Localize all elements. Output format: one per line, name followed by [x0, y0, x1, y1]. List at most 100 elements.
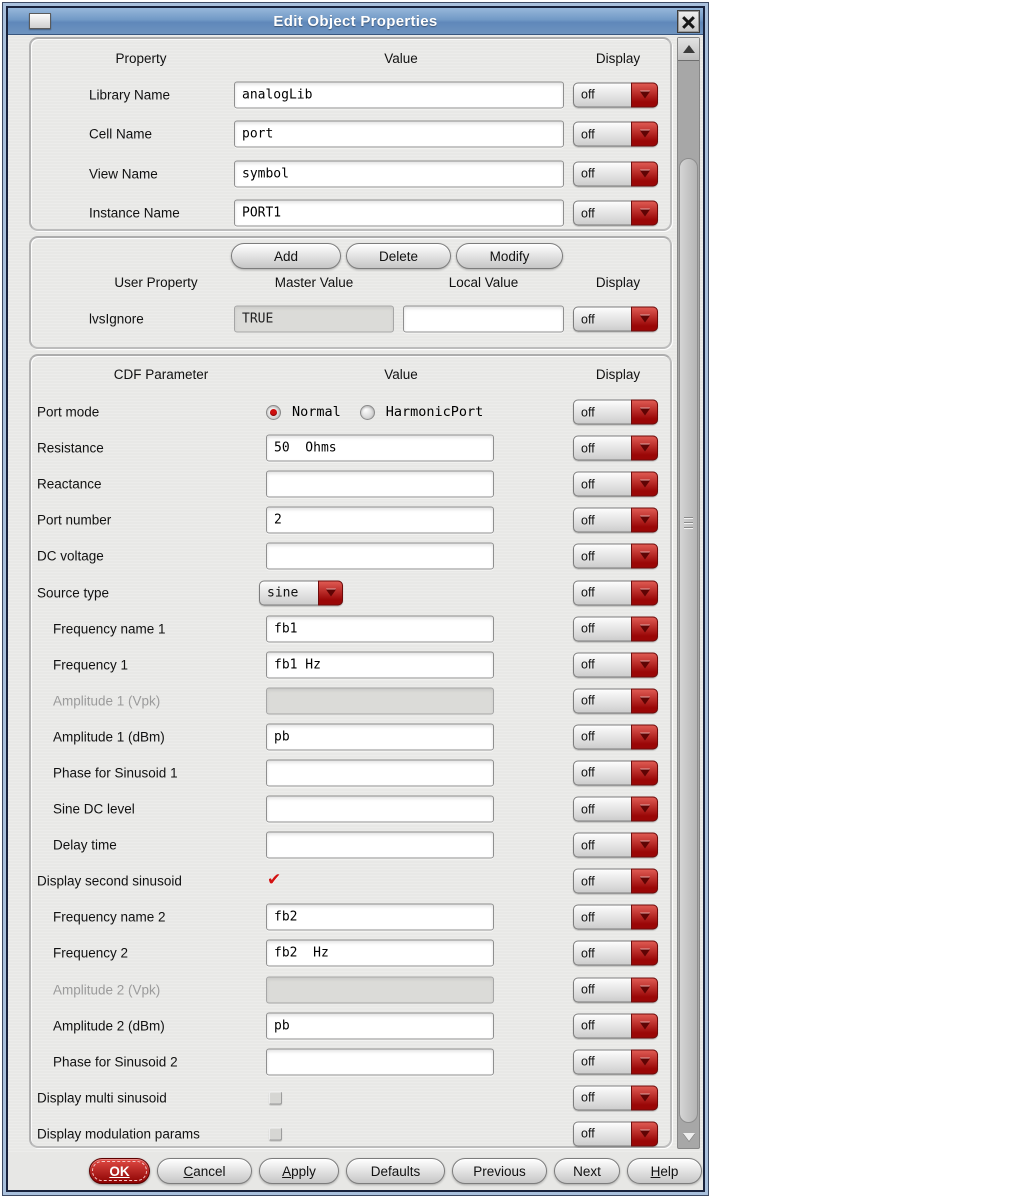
library-name-input[interactable]: [234, 81, 564, 109]
display-dropdown[interactable]: off: [573, 904, 658, 930]
display-dropdown[interactable]: off: [573, 1085, 658, 1111]
source-type-dropdown[interactable]: sine: [259, 580, 343, 606]
dropdown-arrow-button[interactable]: [631, 724, 658, 750]
cdf-row-source-type: Source type sine off: [31, 574, 670, 610]
dropdown-arrow-button[interactable]: [631, 200, 658, 226]
dropdown-arrow-button[interactable]: [631, 435, 658, 461]
display-dropdown[interactable]: off: [573, 435, 658, 461]
cell-name-input[interactable]: [234, 120, 564, 148]
dropdown-arrow-button[interactable]: [631, 832, 658, 858]
checkbox-unchecked[interactable]: [269, 1091, 282, 1105]
master-value-input[interactable]: [234, 305, 394, 333]
frequency-name-1-input[interactable]: [266, 615, 494, 643]
display-dropdown[interactable]: off: [573, 940, 658, 966]
display-dropdown[interactable]: off: [573, 1013, 658, 1039]
dropdown-arrow-button[interactable]: [631, 688, 658, 714]
display-dropdown[interactable]: off: [573, 580, 658, 606]
dropdown-arrow-button[interactable]: [631, 760, 658, 786]
display-dropdown[interactable]: off: [573, 760, 658, 786]
display-dropdown[interactable]: off: [573, 1121, 658, 1147]
dc-voltage-input[interactable]: [266, 542, 494, 570]
dropdown-arrow-button[interactable]: [631, 306, 658, 332]
dropdown-arrow-button[interactable]: [631, 471, 658, 497]
phase-sinusoid-2-input[interactable]: [266, 1048, 494, 1076]
dropdown-arrow-button[interactable]: [631, 1049, 658, 1075]
display-dropdown[interactable]: off: [573, 616, 658, 642]
dropdown-arrow-button[interactable]: [631, 1013, 658, 1039]
window-menu-button[interactable]: [29, 13, 51, 29]
radio-harmonicport[interactable]: [359, 404, 375, 420]
dropdown-arrow-button[interactable]: [631, 1085, 658, 1111]
source-type-value: sine: [267, 585, 299, 601]
defaults-button[interactable]: Defaults: [346, 1158, 445, 1184]
previous-button[interactable]: Previous: [452, 1158, 547, 1184]
display-dropdown[interactable]: off: [573, 306, 658, 332]
dropdown-arrow-button[interactable]: [631, 82, 658, 108]
display-dropdown[interactable]: off: [573, 688, 658, 714]
cancel-button[interactable]: Cancel: [157, 1158, 252, 1184]
frequency-1-input[interactable]: [266, 651, 494, 679]
port-number-input[interactable]: [266, 506, 494, 534]
dropdown-arrow-button[interactable]: [631, 796, 658, 822]
view-name-input[interactable]: [234, 160, 564, 188]
dropdown-arrow-button[interactable]: [631, 652, 658, 678]
display-dropdown[interactable]: off: [573, 832, 658, 858]
display-dropdown[interactable]: off: [573, 652, 658, 678]
scrollbar-thumb[interactable]: [679, 158, 698, 1123]
scroll-down-button[interactable]: [678, 1125, 699, 1148]
display-dropdown[interactable]: off: [573, 1049, 658, 1075]
display-dropdown[interactable]: off: [573, 82, 658, 108]
display-dropdown[interactable]: off: [573, 121, 658, 147]
reactance-input[interactable]: [266, 470, 494, 498]
frequency-name-2-input[interactable]: [266, 903, 494, 931]
scroll-up-button[interactable]: [678, 38, 699, 61]
display-dropdown[interactable]: off: [573, 507, 658, 533]
ok-button[interactable]: OK: [89, 1158, 150, 1184]
next-button[interactable]: Next: [554, 1158, 620, 1184]
instance-name-input[interactable]: [234, 199, 564, 227]
close-button[interactable]: [677, 10, 700, 33]
display-dropdown[interactable]: off: [573, 724, 658, 750]
dropdown-arrow-button[interactable]: [318, 580, 343, 606]
delete-button[interactable]: Delete: [346, 243, 451, 269]
dropdown-arrow-button[interactable]: [631, 904, 658, 930]
dropdown-arrow-button[interactable]: [631, 616, 658, 642]
display-dropdown[interactable]: off: [573, 796, 658, 822]
display-dropdown[interactable]: off: [573, 399, 658, 425]
sine-dc-level-input[interactable]: [266, 795, 494, 823]
checkbox-checked-icon[interactable]: ✔: [267, 870, 281, 890]
add-button[interactable]: Add: [231, 243, 341, 269]
amplitude-1-dbm-input[interactable]: [266, 723, 494, 751]
radio-normal[interactable]: [266, 404, 281, 420]
frequency-2-input[interactable]: [266, 939, 494, 967]
vertical-scrollbar[interactable]: [677, 37, 700, 1149]
modify-button[interactable]: Modify: [456, 243, 563, 269]
resistance-input[interactable]: [266, 434, 494, 462]
cdf-row-reactance: Reactance off: [31, 466, 670, 502]
display-dropdown[interactable]: off: [573, 200, 658, 226]
cdf-row-delay-time: Delay time off: [31, 827, 670, 863]
display-dropdown[interactable]: off: [573, 161, 658, 187]
dropdown-arrow-button[interactable]: [631, 399, 658, 425]
amplitude-2-dbm-input[interactable]: [266, 1012, 494, 1040]
local-value-input[interactable]: [403, 305, 564, 333]
dropdown-arrow-button[interactable]: [631, 121, 658, 147]
dropdown-arrow-button[interactable]: [631, 543, 658, 569]
delay-time-input[interactable]: [266, 831, 494, 859]
display-dropdown[interactable]: off: [573, 543, 658, 569]
dropdown-arrow-button[interactable]: [631, 1121, 658, 1147]
dropdown-arrow-button[interactable]: [631, 940, 658, 966]
dropdown-arrow-button[interactable]: [631, 161, 658, 187]
display-dropdown[interactable]: off: [573, 868, 658, 894]
dropdown-arrow-button[interactable]: [631, 580, 658, 606]
checkbox-unchecked[interactable]: [269, 1127, 282, 1141]
dropdown-arrow-button[interactable]: [631, 868, 658, 894]
dropdown-arrow-button[interactable]: [631, 507, 658, 533]
phase-sinusoid-1-input[interactable]: [266, 759, 494, 787]
titlebar[interactable]: Edit Object Properties: [8, 8, 703, 35]
apply-button[interactable]: Apply: [259, 1158, 339, 1184]
display-dropdown[interactable]: off: [573, 471, 658, 497]
help-button[interactable]: Help: [627, 1158, 702, 1184]
dropdown-arrow-button[interactable]: [631, 977, 658, 1003]
display-dropdown[interactable]: off: [573, 977, 658, 1003]
